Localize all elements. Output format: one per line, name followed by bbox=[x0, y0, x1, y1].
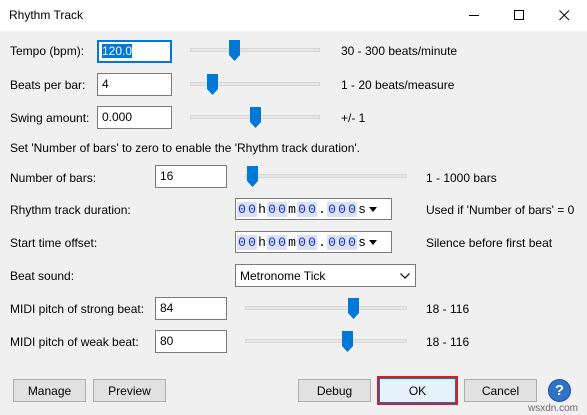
time-unit: h bbox=[257, 234, 267, 250]
time-digit[interactable]: 0 bbox=[327, 201, 337, 217]
beat-sound-label: Beat sound: bbox=[10, 269, 75, 283]
minimize-icon bbox=[469, 15, 479, 16]
time-digit[interactable]: 0 bbox=[297, 201, 307, 217]
time-digit[interactable]: 0 bbox=[267, 201, 277, 217]
midi-weak-range: 18 - 116 bbox=[426, 335, 470, 349]
tempo-slider-thumb[interactable] bbox=[229, 40, 240, 61]
beat-sound-select[interactable]: Metronome Tick bbox=[235, 264, 416, 287]
tempo-value: 120.0 bbox=[102, 44, 133, 58]
time-digit[interactable]: 0 bbox=[347, 234, 357, 250]
midi-weak-slider-thumb[interactable] bbox=[342, 331, 353, 352]
number-of-bars-input[interactable]: 16 bbox=[155, 165, 227, 188]
time-digit[interactable]: 0 bbox=[307, 234, 317, 250]
time-unit: m bbox=[287, 201, 297, 217]
time-digit[interactable]: 0 bbox=[347, 201, 357, 217]
time-digit[interactable]: 0 bbox=[307, 201, 317, 217]
start-offset-note: Silence before first beat bbox=[426, 236, 553, 250]
ok-button-highlight: OK bbox=[377, 376, 458, 405]
tempo-input[interactable]: 120.0 bbox=[97, 40, 172, 63]
midi-strong-label: MIDI pitch of strong beat: bbox=[10, 302, 145, 316]
duration-time-control[interactable]: 00h00m00.000s bbox=[235, 198, 392, 220]
ok-button[interactable]: OK bbox=[379, 378, 456, 403]
time-digit[interactable]: 0 bbox=[337, 201, 347, 217]
preview-button[interactable]: Preview bbox=[93, 379, 166, 402]
midi-strong-slider-thumb[interactable] bbox=[348, 298, 359, 319]
time-digit[interactable]: 0 bbox=[337, 234, 347, 250]
midi-strong-slider-track[interactable] bbox=[245, 306, 407, 310]
time-digit[interactable]: 0 bbox=[297, 234, 307, 250]
swing-range: +/- 1 bbox=[341, 111, 366, 125]
time-digit[interactable]: 0 bbox=[247, 234, 257, 250]
number-of-bars-slider-track[interactable] bbox=[245, 174, 407, 178]
title-bar: Rhythm Track bbox=[0, 0, 587, 31]
time-digit[interactable]: 0 bbox=[237, 201, 247, 217]
midi-weak-input[interactable]: 80 bbox=[155, 330, 227, 353]
start-offset-format-dropdown-icon[interactable] bbox=[368, 232, 378, 252]
debug-button[interactable]: Debug bbox=[298, 379, 371, 402]
swing-input[interactable]: 0.000 bbox=[97, 106, 172, 129]
beats-per-bar-range: 1 - 20 beats/measure bbox=[341, 78, 455, 92]
midi-strong-range: 18 - 116 bbox=[426, 302, 470, 316]
tempo-range: 30 - 300 beats/minute bbox=[341, 44, 458, 58]
beats-per-bar-label: Beats per bar: bbox=[10, 78, 86, 92]
time-digit[interactable]: 0 bbox=[237, 234, 247, 250]
window-title: Rhythm Track bbox=[9, 8, 84, 22]
time-unit: . bbox=[317, 234, 327, 250]
beats-per-bar-slider-thumb[interactable] bbox=[207, 74, 218, 95]
help-button[interactable]: ? bbox=[548, 379, 571, 402]
number-of-bars-range: 1 - 1000 bars bbox=[426, 171, 497, 185]
midi-strong-input[interactable]: 84 bbox=[155, 297, 227, 320]
time-digit[interactable]: 0 bbox=[277, 201, 287, 217]
time-digit[interactable]: 0 bbox=[267, 234, 277, 250]
number-of-bars-label: Number of bars: bbox=[10, 171, 97, 185]
start-offset-time-control[interactable]: 00h00m00.000s bbox=[235, 231, 392, 253]
time-digit[interactable]: 0 bbox=[327, 234, 337, 250]
time-unit: s bbox=[357, 201, 367, 217]
maximize-icon bbox=[514, 10, 524, 20]
cancel-button[interactable]: Cancel bbox=[464, 379, 537, 402]
maximize-button[interactable] bbox=[497, 0, 542, 31]
number-of-bars-slider-thumb[interactable] bbox=[247, 166, 258, 187]
time-unit: . bbox=[317, 201, 327, 217]
duration-label: Rhythm track duration: bbox=[10, 203, 131, 217]
close-button[interactable] bbox=[542, 0, 587, 31]
info-text: Set 'Number of bars' to zero to enable t… bbox=[10, 141, 361, 155]
chevron-down-icon bbox=[400, 273, 410, 279]
swing-label: Swing amount: bbox=[10, 111, 90, 125]
time-digit[interactable]: 0 bbox=[277, 234, 287, 250]
tempo-label: Tempo (bpm): bbox=[10, 44, 85, 58]
start-offset-label: Start time offset: bbox=[10, 236, 98, 250]
beat-sound-value: Metronome Tick bbox=[240, 268, 326, 283]
tempo-slider-track[interactable] bbox=[190, 48, 320, 52]
minimize-button[interactable] bbox=[452, 0, 497, 31]
time-unit: s bbox=[357, 234, 367, 250]
manage-button[interactable]: Manage bbox=[13, 379, 86, 402]
midi-weak-label: MIDI pitch of weak beat: bbox=[10, 335, 139, 349]
midi-weak-slider-track[interactable] bbox=[245, 339, 407, 343]
time-unit: h bbox=[257, 201, 267, 217]
time-unit: m bbox=[287, 234, 297, 250]
time-digit[interactable]: 0 bbox=[247, 201, 257, 217]
swing-slider-thumb[interactable] bbox=[250, 107, 261, 128]
close-icon bbox=[559, 10, 570, 21]
duration-format-dropdown-icon[interactable] bbox=[368, 199, 378, 219]
duration-note: Used if 'Number of bars' = 0 bbox=[426, 203, 575, 217]
watermark: wsxdn.com bbox=[528, 403, 579, 414]
beats-per-bar-input[interactable]: 4 bbox=[97, 73, 172, 96]
